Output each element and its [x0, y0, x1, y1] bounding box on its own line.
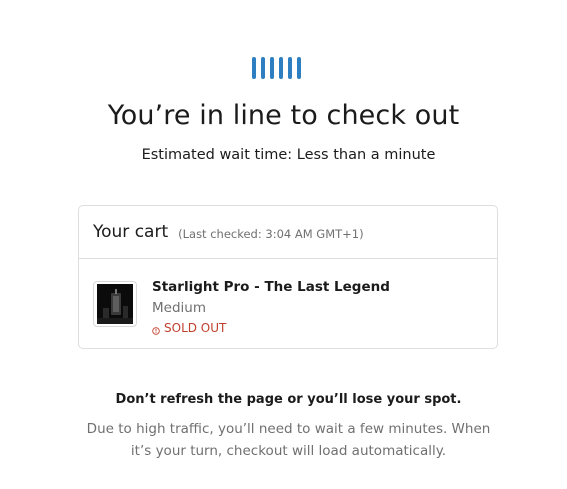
loading-bar	[252, 57, 256, 79]
queue-title: You’re in line to check out	[107, 100, 460, 131]
cart-panel: Your cart (Last checked: 3:04 AM GMT+1) …	[78, 205, 498, 349]
loading-bar	[261, 57, 265, 79]
loading-bar	[297, 57, 301, 79]
loading-indicator	[252, 57, 301, 79]
traffic-info: Due to high traffic, you’ll need to wait…	[86, 421, 491, 459]
loading-bar	[279, 57, 283, 79]
wait-time-text: Estimated wait time: Less than a minute	[141, 147, 436, 163]
refresh-warning: Don’t refresh the page or you’ll lose yo…	[115, 392, 462, 407]
status-label: SOLD OUT	[164, 321, 227, 335]
alert-circle-icon	[152, 324, 160, 335]
cart-title: Your cart	[93, 222, 169, 242]
cart-item: Starlight Pro - The Last Legend Medium S…	[79, 259, 497, 349]
loading-bar	[270, 57, 274, 79]
product-variant: Medium	[152, 300, 206, 316]
product-thumbnail	[93, 281, 137, 327]
cart-header: Your cart (Last checked: 3:04 AM GMT+1)	[79, 206, 497, 259]
sold-out-status: SOLD OUT	[152, 321, 226, 335]
loading-bar	[288, 57, 292, 79]
product-image	[97, 284, 133, 324]
product-name: Starlight Pro - The Last Legend	[152, 279, 390, 295]
last-checked-text: (Last checked: 3:04 AM GMT+1)	[178, 226, 364, 241]
